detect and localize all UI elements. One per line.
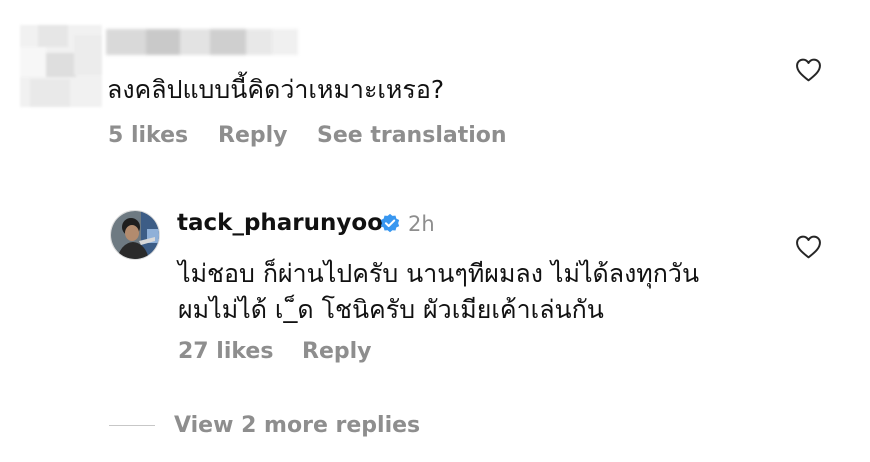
view-more-replies-button[interactable]: View 2 more replies: [174, 413, 420, 438]
blurred-avatar[interactable]: [20, 25, 102, 107]
heart-outline-icon[interactable]: [795, 58, 822, 82]
reply-likes[interactable]: 27 likes: [178, 339, 273, 364]
see-translation-button[interactable]: See translation: [317, 123, 507, 148]
reply-timestamp: 2h: [408, 212, 435, 236]
view-more-divider: [109, 425, 155, 426]
blurred-username[interactable]: [106, 27, 298, 55]
comment-text: ลงคลิปแบบนี้คิดว่าเหมาะเหรอ?: [107, 75, 445, 104]
reply-text-line-1: ไม่ชอบ ก็ผ่านไปครับ นานๆทีผมลง ไม่ได้ลงท…: [178, 259, 700, 288]
heart-outline-icon[interactable]: [795, 235, 822, 259]
reply-text-line-2: ผมไม่ได้ เ_็ด โชนิครับ ผัวเมียเค้าเล่นกั…: [178, 295, 604, 324]
reply-username[interactable]: tack_pharunyoo: [177, 210, 383, 236]
verified-badge-icon: [380, 213, 400, 233]
reply-avatar[interactable]: [110, 210, 160, 260]
comment-reply-button[interactable]: Reply: [218, 123, 288, 148]
reply-reply-button[interactable]: Reply: [302, 339, 372, 364]
comment-likes[interactable]: 5 likes: [108, 123, 188, 148]
